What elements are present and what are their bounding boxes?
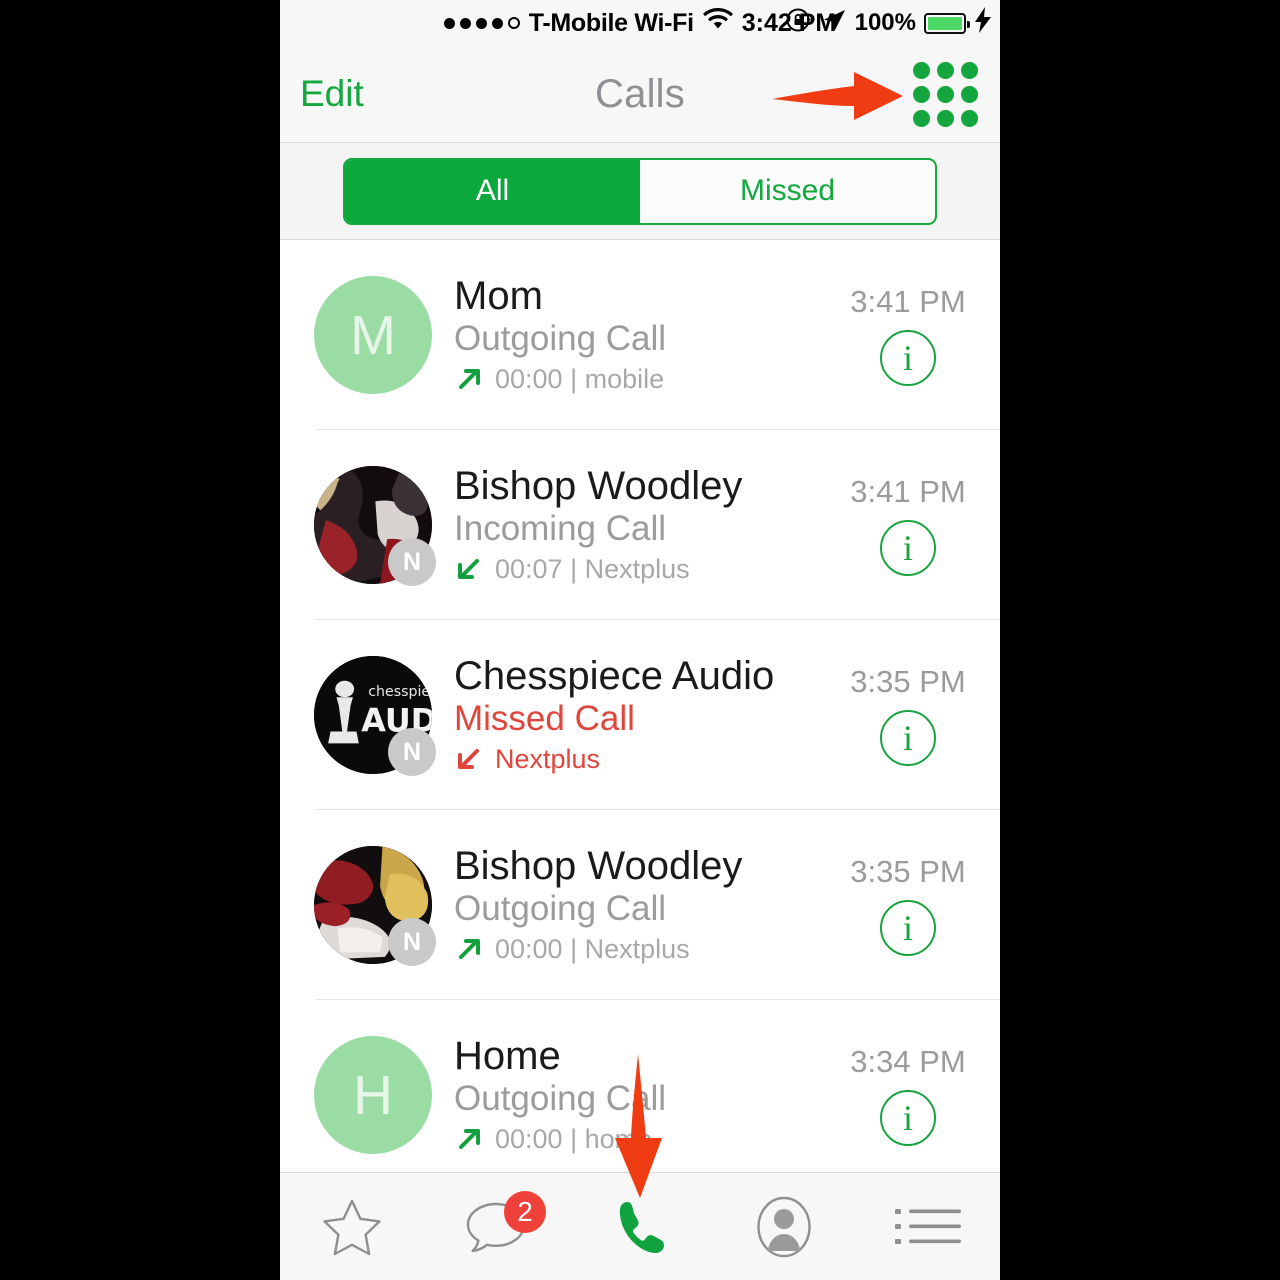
- outgoing-arrow-icon: [459, 1128, 480, 1149]
- signal-dot-empty: [507, 17, 520, 29]
- tab-messages[interactable]: 2: [424, 1173, 568, 1280]
- filter-bar: All Missed: [280, 143, 1000, 240]
- status-bar: T-Mobile Wi-Fi 3:42 PM 100%: [280, 0, 1000, 46]
- call-row-right: 3:35 PM i: [838, 810, 978, 1000]
- nextplus-badge-icon: N: [388, 538, 436, 586]
- tab-missed[interactable]: Missed: [640, 160, 935, 223]
- nextplus-badge-icon: N: [388, 918, 436, 966]
- info-icon[interactable]: i: [880, 710, 936, 766]
- navigation-bar: Edit Calls: [280, 46, 1000, 143]
- missed-call-arrow-icon: [458, 748, 479, 769]
- avatar: N: [314, 466, 436, 586]
- call-row-right: 3:34 PM i: [838, 1000, 978, 1190]
- call-time: 3:34 PM: [850, 1044, 966, 1079]
- signal-strength-dots: [443, 17, 520, 29]
- keypad-dot: [937, 109, 954, 127]
- lightning-bolt-icon: [974, 6, 992, 40]
- info-icon[interactable]: i: [880, 330, 936, 386]
- keypad-dot: [961, 61, 978, 79]
- avatar: chesspiece AUDIO N: [314, 656, 436, 776]
- table-row[interactable]: H Home Outgoing Call 00:00 | home 3:34 P…: [280, 1000, 1000, 1190]
- signal-dot-filled: [459, 17, 471, 29]
- tab-calls[interactable]: [568, 1173, 712, 1280]
- call-row-right: 3:35 PM i: [838, 620, 978, 810]
- tab-favorites[interactable]: [280, 1173, 424, 1280]
- call-meta-text: Nextplus: [495, 743, 601, 774]
- signal-dot-filled: [475, 17, 487, 29]
- call-row-right: 3:41 PM i: [838, 240, 978, 430]
- list-lines-icon: [895, 1208, 961, 1244]
- table-row[interactable]: chesspiece AUDIO N Chesspiece Audio Miss…: [280, 620, 1000, 810]
- call-history-list: M Mom Outgoing Call 00:00 | mobile 3:41 …: [280, 240, 1000, 1190]
- info-icon[interactable]: i: [880, 520, 936, 576]
- wifi-icon: [702, 7, 733, 39]
- keypad-dot: [913, 85, 930, 103]
- battery-icon: [924, 12, 970, 34]
- avatar-initial-letter: H: [353, 1064, 393, 1126]
- tab-more[interactable]: [856, 1173, 1000, 1280]
- avatar-initial-letter: M: [350, 304, 396, 366]
- keypad-dot: [913, 109, 930, 127]
- keypad-dot: [961, 109, 978, 127]
- nextplus-badge-icon: N: [388, 728, 436, 776]
- signal-dot-filled: [491, 17, 503, 29]
- avatar: N: [314, 846, 436, 966]
- tab-all[interactable]: All: [345, 159, 640, 223]
- battery-percentage: 100%: [854, 9, 916, 36]
- contact-person-icon: [757, 1196, 811, 1257]
- table-row[interactable]: N Bishop Woodley Incoming Call 00:07 | N…: [280, 430, 1000, 620]
- call-meta-text: 00:00 | home: [495, 1123, 653, 1154]
- phone-screen: T-Mobile Wi-Fi 3:42 PM 100% Edit Calls A…: [280, 0, 1000, 1280]
- unread-badge: 2: [504, 1191, 546, 1233]
- tab-bar: 2: [280, 1172, 1000, 1280]
- keypad-dot: [913, 61, 930, 79]
- table-row[interactable]: M Mom Outgoing Call 00:00 | mobile 3:41 …: [280, 240, 1000, 430]
- avatar: M: [314, 276, 432, 394]
- keypad-dot: [937, 61, 954, 79]
- segmented-control[interactable]: All Missed: [343, 157, 937, 225]
- tab-contacts[interactable]: [712, 1173, 856, 1280]
- page-title: Calls: [595, 71, 685, 116]
- call-time: 3:35 PM: [850, 664, 966, 699]
- svg-text:chesspiece: chesspiece: [368, 684, 432, 700]
- table-row[interactable]: N Bishop Woodley Outgoing Call 00:00 | N…: [280, 810, 1000, 1000]
- keypad-dot: [961, 85, 978, 103]
- status-bar-left: T-Mobile Wi-Fi 3:42 PM: [443, 7, 836, 39]
- info-icon[interactable]: i: [880, 900, 936, 956]
- keypad-dot: [937, 85, 954, 103]
- call-meta-text: 00:00 | Nextplus: [495, 933, 690, 964]
- star-icon: [323, 1199, 381, 1255]
- call-row-right: 3:41 PM i: [838, 430, 978, 620]
- call-meta-text: 00:00 | mobile: [495, 363, 665, 394]
- rotation-lock-icon: [785, 6, 813, 41]
- incoming-arrow-icon: [458, 558, 479, 579]
- avatar: H: [314, 1036, 432, 1154]
- avatar-initial-circle: M: [314, 276, 432, 394]
- avatar-initial-circle: H: [314, 1036, 432, 1154]
- location-arrow-icon: [821, 7, 847, 40]
- phone-handset-icon: [619, 1201, 664, 1253]
- status-bar-right: 100%: [785, 0, 992, 46]
- carrier-label: T-Mobile Wi-Fi: [528, 8, 694, 37]
- signal-dot-filled: [443, 17, 455, 29]
- outgoing-arrow-icon: [459, 938, 480, 959]
- info-icon[interactable]: i: [880, 1090, 936, 1146]
- keypad-grid-icon[interactable]: [913, 61, 978, 127]
- outgoing-arrow-icon: [459, 368, 480, 389]
- call-meta-text: 00:07 | Nextplus: [495, 553, 690, 584]
- call-time: 3:41 PM: [850, 474, 966, 509]
- call-time: 3:35 PM: [850, 854, 966, 889]
- call-time: 3:41 PM: [850, 284, 966, 319]
